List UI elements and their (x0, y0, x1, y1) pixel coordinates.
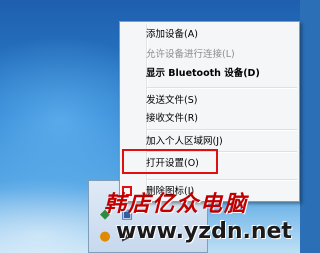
menu-item-receive-file[interactable]: 接收文件(R) (146, 110, 198, 127)
menu-item-add-device[interactable]: 添加设备(A) (146, 26, 198, 43)
open-settings-highlight-box (122, 149, 218, 174)
menu-item-show-bluetooth-devices[interactable]: 显示 Bluetooth 设备(D) (146, 65, 260, 82)
menu-separator (147, 87, 297, 89)
menu-separator (147, 179, 297, 181)
bluetooth-context-menu: 添加设备(A) 允许设备进行连接(L) 显示 Bluetooth 设备(D) 发… (119, 21, 300, 202)
watermark-brand: 韩店亿众电脑 (104, 191, 249, 217)
menu-item-allow-connect: 允许设备进行连接(L) (146, 49, 235, 60)
menu-item-send-file[interactable]: 发送文件(S) (146, 92, 197, 109)
menu-separator (147, 129, 297, 131)
watermark-url: www.yzdn.net (116, 219, 292, 244)
watermark: 韩店亿众电脑 www.yzdn.net (104, 186, 300, 248)
menu-item-join-pan[interactable]: 加入个人区域网(J) (146, 133, 223, 150)
